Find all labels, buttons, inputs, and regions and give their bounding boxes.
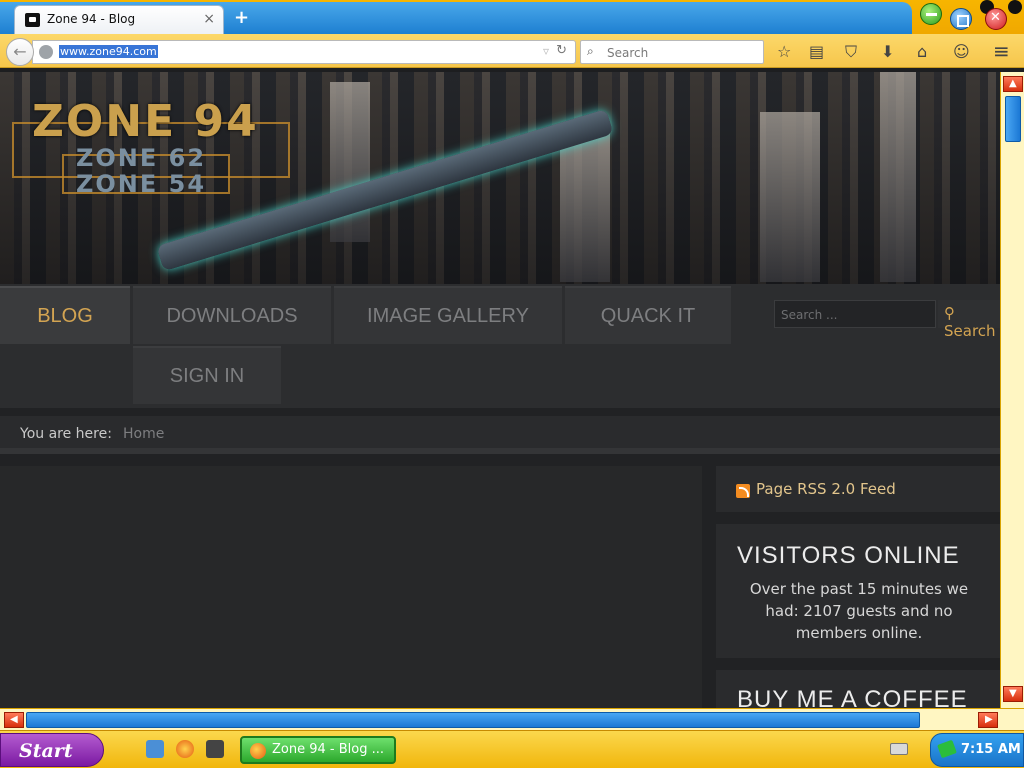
logo-subtitle: ZONE 54 (76, 170, 207, 198)
taskbar-firefox-button[interactable]: Zone 94 - Blog ... (240, 736, 396, 764)
window-decoration (980, 0, 1024, 14)
banner-building (760, 112, 820, 282)
tab-strip: Zone 94 - Blog × + (0, 2, 912, 34)
site-favicon-icon (25, 13, 40, 27)
reading-list-icon[interactable]: ▤ (809, 42, 824, 61)
pocket-icon[interactable]: ⛉ (845, 42, 857, 62)
menu-item-sign-in[interactable]: SIGN IN (133, 346, 281, 404)
page-viewport: ZONE 94 ZONE 62 ZONE 54 BLOG DOWNLOADS I… (0, 72, 1000, 708)
site-search-input[interactable]: Search ... (774, 300, 936, 328)
system-tray: 7:15 AM (930, 733, 1024, 767)
scroll-left-button[interactable]: ◀ (4, 712, 24, 728)
clock[interactable]: 7:15 AM (961, 742, 1021, 757)
rss-link[interactable]: Page RSS 2.0 Feed (756, 480, 896, 498)
chat-icon[interactable]: ☺ (953, 42, 970, 61)
browser-tab[interactable]: Zone 94 - Blog × (14, 5, 224, 34)
media-icon[interactable] (206, 740, 224, 758)
search-engine-icon: ⌕ (587, 44, 594, 58)
scroll-up-button[interactable]: ▲ (1003, 76, 1023, 92)
download-icon[interactable]: ⬇ (881, 42, 894, 61)
search-placeholder: Search (607, 46, 649, 60)
navigation-toolbar: www.zone94.com ▿ ↻ ← ⌕ Search ☆ ▤ ⛉ ⬇ ⌂ … (0, 34, 1024, 68)
horizontal-scroll-thumb[interactable] (26, 712, 920, 728)
tab-close-icon[interactable]: × (203, 11, 215, 27)
visitors-title: VISITORS ONLINE (737, 542, 960, 569)
scroll-right-button[interactable]: ▶ (978, 712, 998, 728)
desktop-icon[interactable] (146, 740, 164, 758)
menu-item-blog[interactable]: BLOG (0, 286, 130, 344)
rss-module: Page RSS 2.0 Feed (716, 466, 1000, 512)
menu-icon[interactable]: ≡ (993, 39, 1010, 63)
sidebar: Page RSS 2.0 Feed VISITORS ONLINE Over t… (716, 466, 1000, 708)
taskbar-button-label: Zone 94 - Blog ... (272, 742, 384, 757)
tab-title: Zone 94 - Blog (47, 12, 136, 26)
network-icon[interactable] (937, 739, 957, 759)
visitors-module: VISITORS ONLINE Over the past 15 minutes… (716, 524, 1000, 658)
reload-icon[interactable]: ↻ (556, 43, 567, 58)
visitors-text: Over the past 15 minutes we had: 2107 gu… (749, 580, 969, 642)
horizontal-scrollbar[interactable]: ◀ ▶ (0, 708, 1024, 730)
coffee-title: BUY ME A COFFEE (737, 686, 968, 708)
logo-subtitle: ZONE 62 (76, 144, 207, 172)
menu-item-downloads[interactable]: DOWNLOADS (133, 286, 331, 344)
menu-item-quack-it[interactable]: QUACK IT (565, 286, 731, 344)
rss-icon (736, 484, 750, 498)
vertical-scrollbar[interactable]: ▲ ▼ (1000, 72, 1024, 708)
site-search-button[interactable]: ⚲ Search (938, 300, 1000, 340)
back-button[interactable]: ← (6, 38, 34, 66)
taskbar: Start Zone 94 - Blog ... 7:15 AM (0, 730, 1024, 768)
globe-icon (39, 45, 53, 59)
menu-item-image-gallery[interactable]: IMAGE GALLERY (334, 286, 562, 344)
url-bar[interactable]: www.zone94.com ▿ ↻ (32, 40, 576, 64)
breadcrumb: You are here: Home (0, 416, 1000, 454)
history-dropdown-icon[interactable]: ▿ (543, 44, 549, 58)
title-bar: Zone 94 - Blog × + (0, 0, 1024, 34)
bookmark-star-icon[interactable]: ☆ (777, 42, 791, 61)
banner-building (560, 132, 610, 282)
maximize-button[interactable] (950, 8, 972, 30)
new-tab-button[interactable]: + (234, 7, 249, 28)
banner-building (880, 72, 916, 282)
header-banner: ZONE 94 ZONE 62 ZONE 54 (0, 72, 1000, 284)
minimize-button[interactable] (920, 3, 942, 25)
firefox-launch-icon[interactable] (176, 740, 194, 758)
vertical-scroll-thumb[interactable] (1005, 96, 1021, 142)
site-search-button-label: Search (944, 322, 996, 340)
scroll-down-button[interactable]: ▼ (1003, 686, 1023, 702)
coffee-module: BUY ME A COFFEE (716, 670, 1000, 708)
browser-search-box[interactable]: ⌕ Search (580, 40, 764, 64)
start-button[interactable]: Start (0, 733, 104, 767)
breadcrumb-home: Home (123, 426, 165, 442)
close-window-button[interactable] (985, 8, 1007, 30)
keyboard-icon[interactable] (890, 743, 908, 755)
site-logo[interactable]: ZONE 94 (32, 96, 259, 147)
search-icon: ⚲ (944, 304, 955, 322)
main-content (0, 466, 702, 708)
firefox-icon (250, 743, 266, 759)
url-text[interactable]: www.zone94.com (59, 45, 158, 58)
breadcrumb-label: You are here: (20, 426, 112, 442)
home-icon[interactable]: ⌂ (917, 42, 927, 61)
main-menu: BLOG DOWNLOADS IMAGE GALLERY QUACK IT SI… (0, 284, 1000, 408)
